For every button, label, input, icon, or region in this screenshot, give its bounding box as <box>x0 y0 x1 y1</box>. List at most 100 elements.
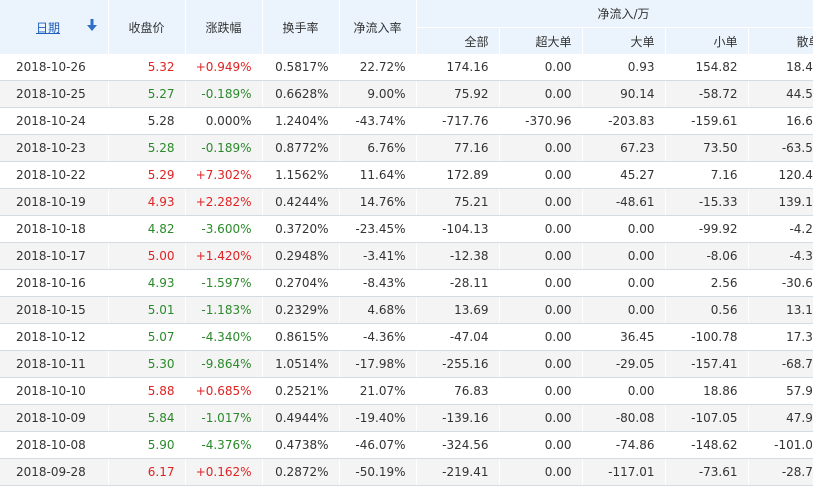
date-cell: 2018-10-09 <box>0 404 109 432</box>
net-inflow-rate-cell: -23.45% <box>339 215 417 243</box>
large-cell: -203.83 <box>582 107 666 135</box>
small-cell: -159.61 <box>665 107 749 135</box>
change-header[interactable]: 涨跌幅 <box>185 0 263 54</box>
small-cell: 0.56 <box>665 296 749 324</box>
net-inflow-rate-cell: 4.68% <box>339 296 417 324</box>
retail-cell: 47.97 <box>748 404 813 432</box>
table-row: 2018-10-15 5.01 -1.183% 0.2329% 4.68% 13.69 0.… <box>0 296 813 324</box>
turnover-cell: 0.3720% <box>262 215 340 243</box>
close-price-cell: 5.30 <box>108 350 186 378</box>
net-inflow-rate-header[interactable]: 净流入率 <box>339 0 417 54</box>
total-cell: 75.92 <box>416 80 500 108</box>
close-price-cell: 6.17 <box>108 458 186 486</box>
net-inflow-rate-cell: -4.36% <box>339 323 417 351</box>
large-header[interactable]: 大单 <box>582 27 666 54</box>
turnover-cell: 0.4944% <box>262 404 340 432</box>
date-cell: 2018-10-22 <box>0 161 109 189</box>
total-cell: -47.04 <box>416 323 500 351</box>
net-inflow-group-header: 净流入/万 <box>416 0 813 28</box>
super-large-cell: 0.00 <box>499 404 583 432</box>
small-cell: -107.05 <box>665 404 749 432</box>
close-price-header[interactable]: 收盘价 <box>108 0 186 54</box>
total-cell: -219.41 <box>416 458 500 486</box>
turnover-header[interactable]: 换手率 <box>262 0 340 54</box>
date-cell: 2018-10-10 <box>0 377 109 405</box>
total-cell: 77.16 <box>416 134 500 162</box>
change-cell: +0.162% <box>185 458 263 486</box>
large-cell: -74.86 <box>582 431 666 459</box>
net-inflow-rate-cell: 14.76% <box>339 188 417 216</box>
net-inflow-rate-cell: 22.72% <box>339 54 417 81</box>
total-cell: -324.56 <box>416 431 500 459</box>
super-large-cell: 0.00 <box>499 431 583 459</box>
retail-cell: 57.97 <box>748 377 813 405</box>
super-large-header[interactable]: 超大单 <box>499 27 583 54</box>
small-header[interactable]: 小单 <box>665 27 749 54</box>
total-cell: 174.16 <box>416 54 500 81</box>
turnover-cell: 1.1562% <box>262 161 340 189</box>
table-row: 2018-10-16 4.93 -1.597% 0.2704% -8.43% -28.11… <box>0 269 813 297</box>
close-price-cell: 5.00 <box>108 242 186 270</box>
net-inflow-rate-cell: -43.74% <box>339 107 417 135</box>
date-cell: 2018-10-11 <box>0 350 109 378</box>
turnover-cell: 1.2404% <box>262 107 340 135</box>
super-large-cell: 0.00 <box>499 323 583 351</box>
date-cell: 2018-10-24 <box>0 107 109 135</box>
small-cell: -148.62 <box>665 431 749 459</box>
turnover-cell: 0.8772% <box>262 134 340 162</box>
total-cell: -139.16 <box>416 404 500 432</box>
close-price-cell: 4.82 <box>108 215 186 243</box>
turnover-cell: 0.4244% <box>262 188 340 216</box>
close-price-cell: 5.28 <box>108 134 186 162</box>
total-cell: 76.83 <box>416 377 500 405</box>
date-sort-link[interactable]: 日期 <box>36 21 60 35</box>
table-row: 2018-10-23 5.28 -0.189% 0.8772% 6.76% 77.16 0.… <box>0 134 813 162</box>
turnover-cell: 0.2704% <box>262 269 340 297</box>
table-row: 2018-10-17 5.00 +1.420% 0.2948% -3.41% -12.38… <box>0 242 813 270</box>
small-cell: 7.16 <box>665 161 749 189</box>
small-cell: 73.50 <box>665 134 749 162</box>
net-inflow-rate-cell: 21.07% <box>339 377 417 405</box>
small-cell: -58.72 <box>665 80 749 108</box>
net-inflow-rate-cell: -3.41% <box>339 242 417 270</box>
change-cell: +0.949% <box>185 54 263 81</box>
small-cell: 18.86 <box>665 377 749 405</box>
retail-cell: 44.50 <box>748 80 813 108</box>
retail-header[interactable]: 散单 <box>748 27 813 54</box>
total-header[interactable]: 全部 <box>416 27 500 54</box>
date-cell: 2018-10-25 <box>0 80 109 108</box>
retail-cell: 17.30 <box>748 323 813 351</box>
close-price-cell: 4.93 <box>108 188 186 216</box>
date-cell: 2018-09-28 <box>0 458 109 486</box>
close-price-cell: 5.84 <box>108 404 186 432</box>
super-large-cell: 0.00 <box>499 377 583 405</box>
table-body: 2018-10-26 5.32 +0.949% 0.5817% 22.72% 174.16… <box>0 54 813 486</box>
change-cell: -0.189% <box>185 80 263 108</box>
close-price-cell: 5.01 <box>108 296 186 324</box>
net-inflow-rate-cell: -50.19% <box>339 458 417 486</box>
small-cell: -99.92 <box>665 215 749 243</box>
arrow-down-icon[interactable] <box>87 18 97 32</box>
table-row: 2018-10-18 4.82 -3.600% 0.3720% -23.45% -104.… <box>0 215 813 243</box>
net-inflow-rate-cell: 6.76% <box>339 134 417 162</box>
close-price-cell: 5.29 <box>108 161 186 189</box>
table-header: 日期 收盘价 涨跌幅 换手率 净流入率 净流入/万 全部 超大单 大单 小单 散… <box>0 0 813 54</box>
change-cell: +1.420% <box>185 242 263 270</box>
date-cell: 2018-10-15 <box>0 296 109 324</box>
turnover-cell: 0.2872% <box>262 458 340 486</box>
large-cell: 0.00 <box>582 269 666 297</box>
super-large-cell: 0.00 <box>499 215 583 243</box>
large-cell: -29.05 <box>582 350 666 378</box>
total-cell: 172.89 <box>416 161 500 189</box>
change-cell: -1.017% <box>185 404 263 432</box>
small-cell: 154.82 <box>665 54 749 81</box>
retail-cell: 13.13 <box>748 296 813 324</box>
date-header[interactable]: 日期 <box>0 0 109 54</box>
large-cell: -80.08 <box>582 404 666 432</box>
table-row: 2018-10-26 5.32 +0.949% 0.5817% 22.72% 174.16… <box>0 54 813 81</box>
change-cell: -4.340% <box>185 323 263 351</box>
close-price-cell: 5.88 <box>108 377 186 405</box>
close-price-cell: 5.90 <box>108 431 186 459</box>
total-cell: -28.11 <box>416 269 500 297</box>
change-cell: -3.600% <box>185 215 263 243</box>
